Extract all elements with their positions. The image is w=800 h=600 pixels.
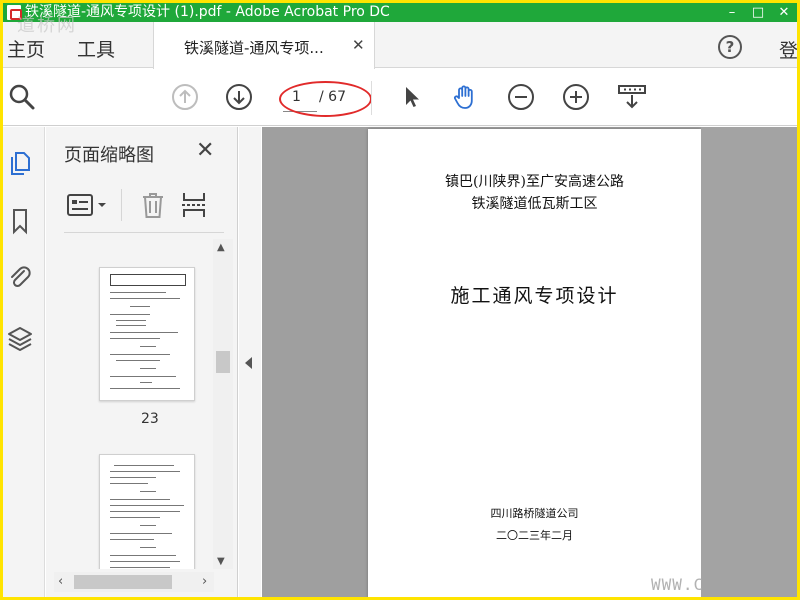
delete-page-icon[interactable] (140, 191, 166, 219)
doc-title-line-1: 镇巴(川陕界)至广安高速公路 (445, 174, 624, 190)
zoom-in-icon[interactable] (562, 83, 590, 111)
bookmarks-icon[interactable] (7, 207, 33, 235)
attachments-icon[interactable] (7, 264, 33, 292)
toolbar-divider (371, 81, 372, 115)
thumbnail-vertical-scrollbar[interactable]: ▲ ▼ (213, 239, 233, 569)
site-watermark: 道桥网 (17, 15, 77, 36)
doc-title-line-2: 铁溪隧道低瓦斯工区 (471, 196, 598, 212)
sign-in-link[interactable]: 登 (779, 36, 797, 63)
thumbnail-table (110, 274, 186, 286)
split-page-icon[interactable] (181, 191, 207, 219)
vertical-scroll-thumb[interactable] (216, 351, 230, 373)
tab-document[interactable]: 铁溪隧道-通风专项... ✕ (153, 22, 375, 69)
maximize-button[interactable]: □ (745, 3, 771, 22)
previous-page-icon[interactable] (171, 83, 199, 111)
thumbnail-horizontal-scrollbar[interactable]: ‹ › (54, 572, 214, 592)
horizontal-scroll-thumb[interactable] (74, 575, 172, 589)
minimize-button[interactable]: – (719, 3, 745, 22)
doc-main-title: 施工通风专项设计 (450, 285, 619, 307)
scroll-right-arrow-icon[interactable]: › (202, 574, 207, 589)
layers-icon[interactable] (7, 324, 33, 352)
select-cursor-icon[interactable] (397, 83, 425, 111)
thumbnail-page-number: 23 (141, 411, 159, 427)
thumbnail-list: 23 (61, 239, 213, 569)
tab-bar: 主页 工具 铁溪隧道-通风专项... ✕ ? 登 (3, 22, 797, 69)
next-page-icon[interactable] (225, 83, 253, 111)
collapse-panel-handle[interactable] (239, 127, 261, 597)
page-thumbnail[interactable] (99, 267, 195, 401)
doc-company: 四川路桥隧道公司 (490, 507, 579, 520)
annotation-ellipse (279, 81, 372, 117)
tab-home[interactable]: 主页 (7, 35, 45, 62)
panel-separator (64, 232, 224, 233)
hand-tool-icon[interactable] (451, 83, 479, 111)
acrobat-window: 铁溪隧道-通风专项设计 (1).pdf - Adobe Acrobat Pro … (3, 3, 797, 597)
doc-date: 二〇二三年二月 (496, 529, 573, 542)
document-side-area (701, 127, 797, 597)
url-watermark: WWW.C (651, 575, 705, 594)
search-icon[interactable] (8, 83, 36, 111)
close-window-button[interactable]: ✕ (771, 3, 797, 22)
scroll-down-arrow-icon[interactable]: ▼ (217, 556, 225, 567)
scroll-up-arrow-icon[interactable]: ▲ (217, 242, 225, 253)
page-thumbnails-panel: 页面缩略图 ✕ 23 ▲ ▼ ‹ › (46, 127, 238, 597)
main-toolbar: 1 / 67 (3, 69, 797, 126)
document-tab-label: 铁溪隧道-通风专项... (184, 39, 324, 57)
tab-tools[interactable]: 工具 (77, 35, 115, 62)
scroll-mode-icon[interactable] (617, 83, 647, 111)
left-navigation-rail (3, 127, 45, 597)
scroll-left-arrow-icon[interactable]: ‹ (58, 574, 63, 589)
page-thumbnails-icon[interactable] (7, 149, 33, 177)
zoom-out-icon[interactable] (507, 83, 535, 111)
window-title: 铁溪隧道-通风专项设计 (1).pdf - Adobe Acrobat Pro … (25, 4, 390, 20)
pdf-page: 镇巴(川陕界)至广安高速公路 铁溪隧道低瓦斯工区 施工通风专项设计 四川路桥隧道… (368, 129, 701, 597)
panel-title: 页面缩略图 (64, 145, 154, 166)
close-tab-button[interactable]: ✕ (352, 36, 365, 54)
thumbnail-options-icon[interactable] (66, 193, 110, 217)
collapse-arrow-icon[interactable] (245, 357, 252, 369)
panel-toolbar-divider (121, 189, 122, 221)
page-thumbnail[interactable] (99, 454, 195, 569)
document-view[interactable]: 镇巴(川陕界)至广安高速公路 铁溪隧道低瓦斯工区 施工通风专项设计 四川路桥隧道… (262, 127, 797, 597)
title-bar: 铁溪隧道-通风专项设计 (1).pdf - Adobe Acrobat Pro … (3, 3, 797, 22)
close-panel-button[interactable]: ✕ (196, 138, 214, 163)
help-icon[interactable]: ? (718, 35, 742, 59)
